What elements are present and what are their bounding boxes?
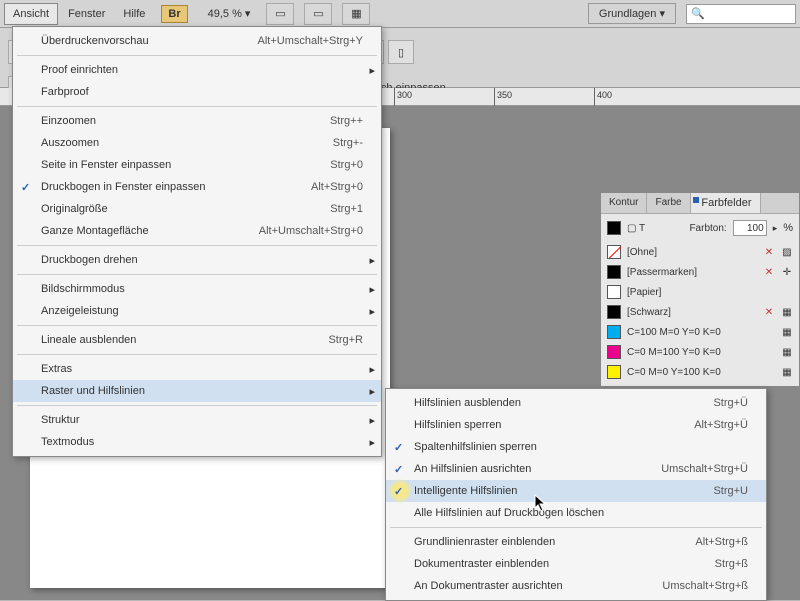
menu-item[interactable]: Lineale ausblendenStrg+R <box>13 329 381 351</box>
menu-item[interactable]: ✓Spaltenhilfslinien sperren <box>386 436 766 458</box>
swatches-panel: Kontur Farbe Farbfelder ▢ T Farbton: ▸ %… <box>600 192 800 387</box>
menu-item[interactable]: ÜberdruckenvorschauAlt+Umschalt+Strg+Y <box>13 30 381 52</box>
tab-farbfelder[interactable]: Farbfelder <box>691 193 761 213</box>
screen-mode-icon[interactable]: ▭ <box>266 3 294 25</box>
menu-item[interactable]: An Dokumentraster ausrichtenUmschalt+Str… <box>386 575 766 597</box>
tint-input[interactable] <box>733 220 767 236</box>
view-menu: ÜberdruckenvorschauAlt+Umschalt+Strg+Y Pr… <box>12 26 382 457</box>
tab-kontur[interactable]: Kontur <box>601 193 647 213</box>
menu-ansicht[interactable]: Ansicht <box>4 3 58 25</box>
tint-label: Farbton: <box>689 223 726 234</box>
mouse-cursor <box>534 494 548 512</box>
menu-item[interactable]: AuszoomenStrg+- <box>13 132 381 154</box>
menu-item[interactable]: Dokumentraster einblendenStrg+ß <box>386 553 766 575</box>
view-options-icon[interactable]: ▦ <box>342 3 370 25</box>
fit-4-icon[interactable]: ▯ <box>388 40 414 64</box>
swatch-row[interactable]: C=0 M=100 Y=0 K=0▦ <box>601 342 799 362</box>
menu-fenster[interactable]: Fenster <box>60 4 113 24</box>
workspace-switcher[interactable]: Grundlagen ▾ <box>588 3 676 24</box>
swatch-row[interactable]: [Ohne]✕▨ <box>601 242 799 262</box>
menu-item[interactable]: Farbproof <box>13 81 381 103</box>
menu-item[interactable]: OriginalgrößeStrg+1 <box>13 198 381 220</box>
tint-arrow-icon[interactable]: ▸ <box>773 223 778 234</box>
search-input[interactable]: 🔍 <box>686 4 796 24</box>
zoom-level[interactable]: 49,5 % ▾ <box>202 4 257 23</box>
menu-hilfe[interactable]: Hilfe <box>115 4 153 24</box>
menu-item[interactable]: Hilfslinien ausblendenStrg+Ü <box>386 392 766 414</box>
menu-item[interactable]: Anzeigeleistung▸ <box>13 300 381 322</box>
menu-item[interactable]: Seite in Fenster einpassenStrg+0 <box>13 154 381 176</box>
menu-item[interactable]: Struktur▸ <box>13 409 381 431</box>
swatch-row[interactable]: [Papier] <box>601 282 799 302</box>
menu-item[interactable]: Grundlinienraster einblendenAlt+Strg+ß <box>386 531 766 553</box>
tab-farbe[interactable]: Farbe <box>647 193 690 213</box>
menu-item[interactable]: Hilfslinien sperrenAlt+Strg+Ü <box>386 414 766 436</box>
menu-item[interactable]: Raster und Hilfslinien▸ <box>13 380 381 402</box>
grids-guides-submenu: Hilfslinien ausblendenStrg+ÜHilfslinien … <box>385 388 767 601</box>
menu-item[interactable]: EinzoomenStrg++ <box>13 110 381 132</box>
swatch-row[interactable]: [Passermarken]✕✛ <box>601 262 799 282</box>
menu-item[interactable]: Druckbogen drehen▸ <box>13 249 381 271</box>
swatch-row[interactable]: C=100 M=0 Y=0 K=0▦ <box>601 322 799 342</box>
menu-item[interactable]: ✓An Hilfslinien ausrichtenUmschalt+Strg+… <box>386 458 766 480</box>
menu-item[interactable]: Alle Hilfslinien auf Druckbogen löschen <box>386 502 766 524</box>
menu-item[interactable]: Proof einrichten▸ <box>13 59 381 81</box>
arrange-icon[interactable]: ▭ <box>304 3 332 25</box>
menu-item[interactable]: Textmodus▸ <box>13 431 381 453</box>
fill-stroke-icon[interactable] <box>607 221 621 235</box>
menu-item[interactable]: Ganze MontageflächeAlt+Umschalt+Strg+0 <box>13 220 381 242</box>
search-icon: 🔍 <box>691 7 705 20</box>
menubar: Ansicht Fenster Hilfe Br 49,5 % ▾ ▭ ▭ ▦ … <box>0 0 800 28</box>
menu-item[interactable]: Bildschirmmodus▸ <box>13 278 381 300</box>
menu-item[interactable]: ✓Intelligente HilfslinienStrg+U <box>386 480 766 502</box>
bridge-button[interactable]: Br <box>161 5 187 23</box>
swatch-row[interactable]: C=0 M=0 Y=100 K=0▦ <box>601 362 799 382</box>
menu-item[interactable]: ✓Druckbogen in Fenster einpassenAlt+Strg… <box>13 176 381 198</box>
menu-item[interactable]: Extras▸ <box>13 358 381 380</box>
swatch-row[interactable]: [Schwarz]✕▦ <box>601 302 799 322</box>
